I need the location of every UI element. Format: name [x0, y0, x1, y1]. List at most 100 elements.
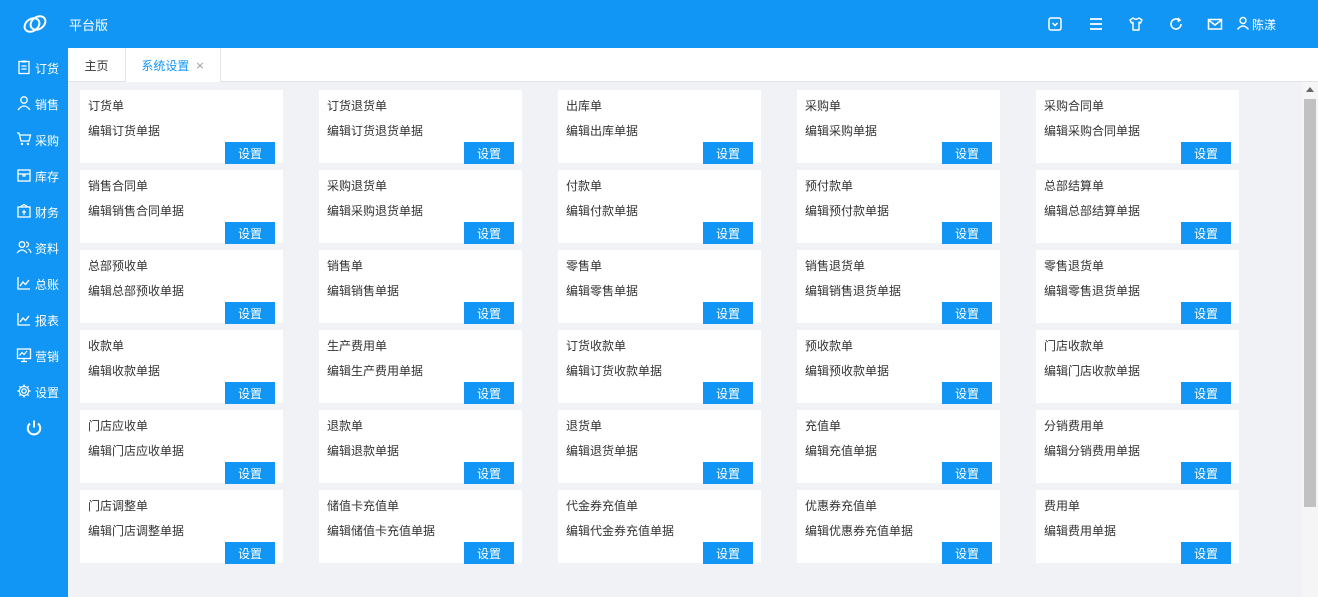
tab-bar: 主页 系统设置 ×	[68, 48, 1318, 82]
card-description: 编辑门店收款单据	[1044, 364, 1141, 378]
card-title: 采购合同单	[1044, 99, 1105, 113]
sidebar-item-label: 报表	[35, 313, 60, 328]
card-title: 充值单	[805, 419, 842, 433]
clipboard-icon	[16, 59, 32, 78]
settings-card: 退货单 编辑退货单据 设置	[558, 410, 761, 484]
card-title: 零售单	[566, 259, 603, 273]
scrollbar-thumb[interactable]	[1304, 99, 1316, 507]
settings-button[interactable]: 设置	[942, 542, 992, 564]
settings-button[interactable]: 设置	[1181, 542, 1231, 564]
settings-card: 退款单 编辑退款单据 设置	[319, 410, 522, 484]
settings-button[interactable]: 设置	[225, 542, 275, 564]
settings-button[interactable]: 设置	[1181, 382, 1231, 404]
settings-button[interactable]: 设置	[464, 382, 514, 404]
settings-button[interactable]: 设置	[942, 222, 992, 244]
card-title: 零售退货单	[1044, 259, 1105, 273]
mail-icon[interactable]	[1206, 15, 1224, 33]
dropdown-box-icon[interactable]	[1046, 15, 1064, 33]
card-title: 订货退货单	[327, 99, 388, 113]
settings-card: 充值单编辑充值单据设置	[797, 410, 1000, 484]
settings-button[interactable]: 设置	[464, 542, 514, 564]
user-menu[interactable]: 陈漾	[1236, 15, 1276, 33]
settings-button[interactable]: 设置	[942, 142, 992, 164]
card-description: 编辑采购退货单据	[327, 204, 424, 218]
settings-card: 采购合同单 编辑采购合同单据 设置	[1036, 90, 1239, 164]
settings-button[interactable]: 设置	[942, 462, 992, 484]
settings-card: 采购退货单编辑采购退货单据设置	[319, 170, 522, 244]
sidebar-item-label: 订货	[35, 61, 60, 76]
settings-button[interactable]: 设置	[464, 222, 514, 244]
card-description: 编辑零售退货单据	[1044, 284, 1141, 298]
settings-button[interactable]: 设置	[464, 142, 514, 164]
power-icon[interactable]	[24, 418, 44, 438]
card-title: 费用单	[1044, 499, 1081, 513]
settings-button[interactable]: 设置	[703, 462, 753, 484]
sidebar-item-order[interactable]: 订货	[0, 50, 68, 86]
settings-button[interactable]: 设置	[225, 462, 275, 484]
user-icon	[1236, 16, 1250, 33]
sidebar: 订货 销售 采购 库存 财务 资料 总账 报表 营销 设置	[0, 48, 68, 597]
settings-button[interactable]: 设置	[703, 142, 753, 164]
close-icon[interactable]: ×	[195, 59, 204, 72]
app-title: 平台版	[69, 19, 109, 34]
settings-card: 生产费用单 编辑生产费用单据 设置	[319, 330, 522, 404]
tab-label: 系统设置	[141, 58, 190, 73]
sidebar-item-settings[interactable]: 设置	[0, 374, 68, 410]
settings-card: 门店收款单 编辑门店收款单据 设置	[1036, 330, 1239, 404]
gear-icon	[16, 383, 32, 402]
settings-card: 门店调整单 编辑门店调整单据 设置	[80, 490, 283, 564]
settings-button[interactable]: 设置	[1181, 222, 1231, 244]
sidebar-item-label: 资料	[35, 241, 60, 256]
settings-button[interactable]: 设置	[703, 222, 753, 244]
settings-card: 储值卡充值单 编辑储值卡充值单据 设置	[319, 490, 522, 564]
settings-button[interactable]: 设置	[942, 302, 992, 324]
settings-button[interactable]: 设置	[703, 382, 753, 404]
card-description: 编辑订货退货单据	[327, 124, 424, 138]
logo-icon	[22, 12, 48, 36]
card-title: 总部结算单	[1044, 179, 1105, 193]
settings-button[interactable]: 设置	[464, 462, 514, 484]
settings-button[interactable]: 设置	[1181, 302, 1231, 324]
card-title: 预付款单	[805, 179, 854, 193]
tab-system-settings[interactable]: 系统设置 ×	[126, 48, 221, 82]
settings-card: 分销费用单 编辑分销费用单据 设置	[1036, 410, 1239, 484]
settings-button[interactable]: 设置	[225, 222, 275, 244]
settings-button[interactable]: 设置	[942, 382, 992, 404]
sidebar-item-ledger[interactable]: 总账	[0, 266, 68, 302]
card-description: 编辑充值单据	[805, 444, 878, 458]
tab-home[interactable]: 主页	[68, 48, 126, 82]
sidebar-item-label: 销售	[35, 97, 60, 112]
settings-button[interactable]: 设置	[1181, 142, 1231, 164]
settings-card: 费用单 编辑费用单据 设置	[1036, 490, 1239, 564]
settings-card: 总部预收单 编辑总部预收单据 设置	[80, 250, 283, 324]
card-title: 分销费用单	[1044, 419, 1105, 433]
sidebar-item-reports[interactable]: 报表	[0, 302, 68, 338]
card-description: 编辑预收款单据	[805, 364, 890, 378]
scrollbar[interactable]	[1302, 82, 1318, 597]
card-description: 编辑储值卡充值单据	[327, 524, 436, 538]
settings-button[interactable]: 设置	[1181, 462, 1231, 484]
card-title: 采购退货单	[327, 179, 388, 193]
settings-button[interactable]: 设置	[225, 382, 275, 404]
card-title: 销售合同单	[88, 179, 149, 193]
sidebar-item-sales[interactable]: 销售	[0, 86, 68, 122]
refresh-icon[interactable]	[1167, 15, 1185, 33]
scroll-up-arrow-icon[interactable]	[1306, 87, 1314, 92]
menu-icon[interactable]	[1087, 15, 1105, 33]
sidebar-item-purchase[interactable]: 采购	[0, 122, 68, 158]
sidebar-item-marketing[interactable]: 营销	[0, 338, 68, 374]
settings-card: 零售单 编辑零售单据 设置	[558, 250, 761, 324]
sidebar-item-finance[interactable]: 财务	[0, 194, 68, 230]
settings-button[interactable]: 设置	[703, 542, 753, 564]
shirt-icon[interactable]	[1127, 15, 1145, 33]
sidebar-item-data[interactable]: 资料	[0, 230, 68, 266]
sidebar-item-label: 设置	[35, 385, 60, 400]
settings-button[interactable]: 设置	[703, 302, 753, 324]
wallet-icon	[16, 203, 32, 222]
settings-button[interactable]: 设置	[464, 302, 514, 324]
card-title: 采购单	[805, 99, 842, 113]
settings-button[interactable]: 设置	[225, 142, 275, 164]
settings-button[interactable]: 设置	[225, 302, 275, 324]
settings-card: 门店应收单 编辑门店应收单据 设置	[80, 410, 283, 484]
sidebar-item-inventory[interactable]: 库存	[0, 158, 68, 194]
